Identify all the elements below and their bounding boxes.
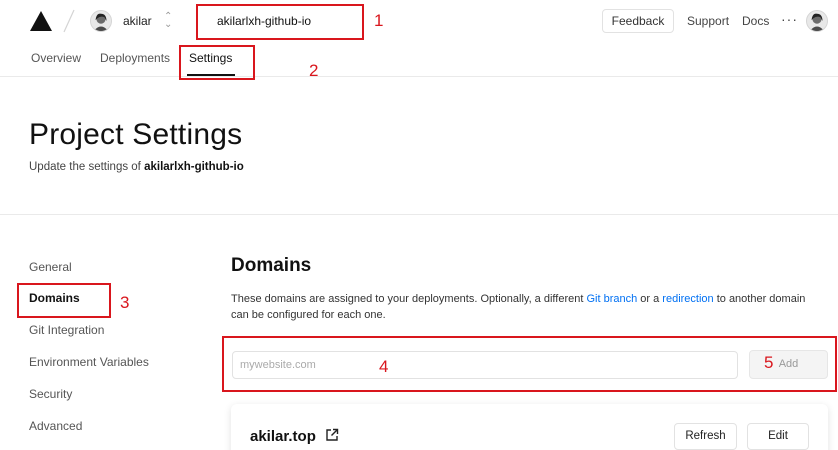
annotation-box-3 bbox=[17, 283, 111, 318]
user-name[interactable]: akilar bbox=[123, 14, 152, 28]
annotation-number-5: 5 bbox=[764, 353, 774, 372]
domains-description: These domains are assigned to your deplo… bbox=[231, 291, 821, 323]
slash-separator-icon bbox=[63, 9, 75, 33]
tabs-divider bbox=[0, 76, 838, 77]
sidebar-item-environment-variables[interactable]: Environment Variables bbox=[29, 355, 149, 369]
sidebar-item-advanced[interactable]: Advanced bbox=[29, 419, 82, 433]
support-link[interactable]: Support bbox=[687, 14, 729, 28]
vercel-logo-icon[interactable] bbox=[30, 11, 52, 31]
user-avatar[interactable] bbox=[90, 10, 112, 32]
git-branch-link[interactable]: Git branch bbox=[586, 293, 637, 305]
annotation-box-1 bbox=[196, 4, 364, 40]
annotation-box-4 bbox=[222, 336, 837, 392]
annotation-box-2 bbox=[179, 45, 255, 80]
feedback-button[interactable]: Feedback bbox=[602, 9, 674, 33]
header-divider bbox=[0, 214, 838, 215]
sidebar-item-git-integration[interactable]: Git Integration bbox=[29, 323, 104, 337]
docs-link[interactable]: Docs bbox=[742, 14, 769, 28]
external-link-icon[interactable] bbox=[325, 428, 339, 442]
annotation-number-2: 2 bbox=[309, 61, 319, 80]
updown-chevron-icon[interactable]: ⌃ ⌄ bbox=[164, 12, 172, 30]
desc-text-2: or a bbox=[637, 293, 663, 305]
domain-card: akilar.top Refresh Edit bbox=[231, 404, 828, 450]
more-menu-icon[interactable]: ··· bbox=[781, 11, 798, 27]
subtitle-project: akilarlxh-github-io bbox=[144, 161, 244, 173]
domains-title: Domains bbox=[231, 255, 312, 276]
account-avatar[interactable] bbox=[806, 10, 828, 32]
subtitle-prefix: Update the settings of bbox=[29, 161, 145, 173]
page-subtitle: Update the settings of akilarlxh-github-… bbox=[29, 161, 244, 173]
refresh-button[interactable]: Refresh bbox=[674, 423, 737, 450]
sidebar-item-security[interactable]: Security bbox=[29, 387, 72, 401]
tab-overview[interactable]: Overview bbox=[31, 51, 81, 65]
edit-button[interactable]: Edit bbox=[747, 423, 809, 450]
domain-name[interactable]: akilar.top bbox=[250, 428, 316, 445]
annotation-number-4: 4 bbox=[379, 357, 389, 376]
annotation-number-3: 3 bbox=[120, 293, 130, 312]
annotation-number-1: 1 bbox=[374, 11, 384, 30]
top-bar: akilar ⌃ ⌄ akilarlxh-github-io Feedback S… bbox=[0, 0, 838, 42]
page-title: Project Settings bbox=[29, 118, 243, 151]
redirection-link[interactable]: redirection bbox=[662, 293, 713, 305]
desc-text-1: These domains are assigned to your deplo… bbox=[231, 293, 587, 305]
sidebar-item-general[interactable]: General bbox=[29, 260, 72, 274]
tab-deployments[interactable]: Deployments bbox=[100, 51, 170, 65]
